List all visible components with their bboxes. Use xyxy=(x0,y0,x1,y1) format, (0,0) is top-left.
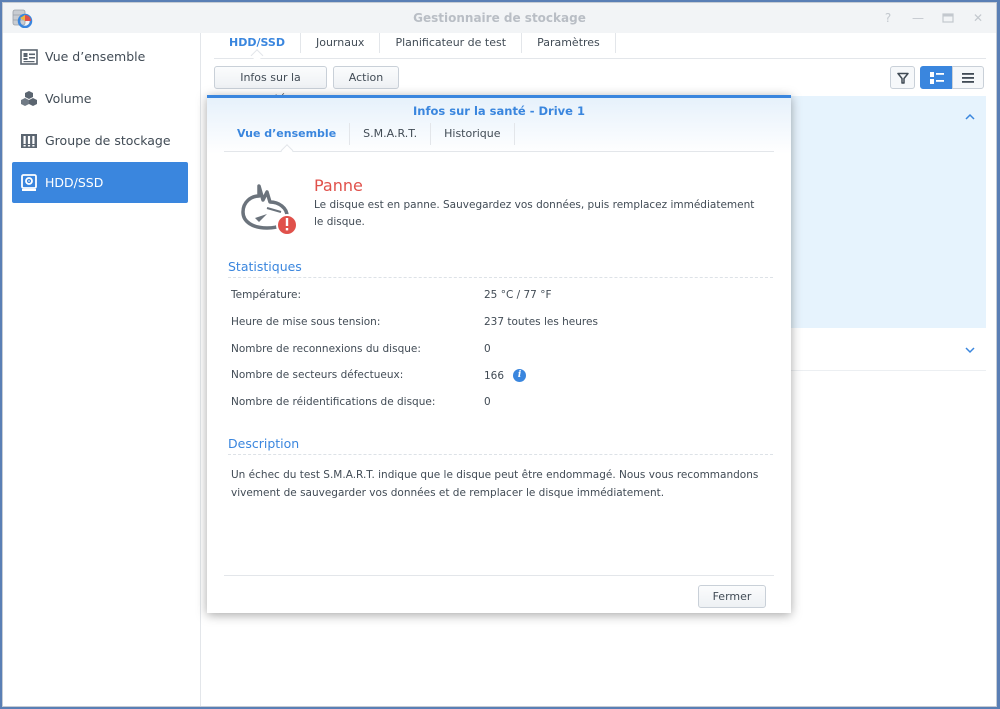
maximize-icon[interactable] xyxy=(940,9,956,27)
stat-label: Nombre de secteurs défectueux: xyxy=(231,369,404,381)
health-info-dialog: Infos sur la santé - Drive 1 Vue d’ensem… xyxy=(207,95,791,613)
footer-divider xyxy=(224,575,774,576)
title-bar[interactable]: Gestionnaire de stockage ? — ✕ xyxy=(3,3,996,33)
chevron-up-icon[interactable] xyxy=(964,111,976,123)
detail-list-icon xyxy=(929,71,944,84)
action-dropdown-button[interactable]: Action ▼ xyxy=(333,66,399,104)
stat-row-power-on-hours: Heure de mise sous tension: 237 toutes l… xyxy=(231,316,771,332)
tab-smart[interactable]: S.M.A.R.T. xyxy=(350,123,432,145)
stat-label: Température: xyxy=(231,289,302,301)
status-message: Le disque est en panne. Sauvegardez vos … xyxy=(314,199,755,228)
tab-settings[interactable]: Paramètres xyxy=(522,33,616,53)
volume-cubes-icon xyxy=(20,90,38,108)
statistics-heading: Statistiques xyxy=(228,259,773,278)
sidebar: Vue d’ensemble Volume Groupe de stockage… xyxy=(3,33,201,706)
dialog-tabs: Vue d’ensemble S.M.A.R.T. Historique xyxy=(224,123,774,152)
toolbar: Infos sur la santé Action ▼ xyxy=(214,66,986,105)
filter-button[interactable] xyxy=(890,66,915,89)
status-title: Panne xyxy=(314,176,363,195)
stat-label: Heure de mise sous tension: xyxy=(231,316,381,328)
list-view-button[interactable] xyxy=(952,66,984,89)
tab-logs[interactable]: Journaux xyxy=(301,33,381,53)
description-heading: Description xyxy=(228,436,773,455)
action-label: Action xyxy=(348,71,384,84)
stat-label: Nombre de réidentifications de disque: xyxy=(231,396,436,408)
stat-value: 166 xyxy=(484,369,505,382)
filter-icon xyxy=(896,72,909,84)
help-icon[interactable]: ? xyxy=(880,9,896,27)
hdd-icon xyxy=(20,173,38,192)
window-title: Gestionnaire de stockage xyxy=(413,11,586,25)
sidebar-item-hdd-ssd[interactable]: HDD/SSD xyxy=(12,162,188,203)
tab-overview[interactable]: Vue d’ensemble xyxy=(224,123,351,145)
close-icon[interactable]: ✕ xyxy=(970,9,986,27)
dialog-header[interactable]: Infos sur la santé - Drive 1 Vue d’ensem… xyxy=(207,98,791,154)
tab-test-scheduler[interactable]: Planificateur de test xyxy=(380,33,523,53)
info-icon[interactable]: i xyxy=(513,369,527,382)
stat-row-reconnections: Nombre de reconnexions du disque: 0 xyxy=(231,343,771,359)
stat-value: 0 xyxy=(484,343,491,355)
sidebar-item-volume[interactable]: Volume xyxy=(12,78,188,119)
sidebar-item-storage-pool[interactable]: Groupe de stockage xyxy=(12,120,188,161)
storage-pool-icon xyxy=(20,132,38,150)
stat-row-bad-sectors: Nombre de secteurs défectueux: 166 i xyxy=(231,369,771,385)
description-text: Un échec du test S.M.A.R.T. indique que … xyxy=(231,469,759,499)
main-tabs: HDD/SSD Journaux Planificateur de test P… xyxy=(214,33,986,59)
stat-row-temperature: Température: 25 °C / 77 °F xyxy=(231,289,771,305)
close-button[interactable]: Fermer xyxy=(698,585,766,608)
stat-label: Nombre de reconnexions du disque: xyxy=(231,343,421,355)
sidebar-item-overview[interactable]: Vue d’ensemble xyxy=(12,36,188,77)
stat-value: 0 xyxy=(484,396,491,408)
stat-row-reidentifications: Nombre de réidentifications de disque: 0 xyxy=(231,396,771,412)
stat-value-wrap: 166 i xyxy=(484,369,527,382)
sidebar-item-label: HDD/SSD xyxy=(45,175,104,190)
health-info-button[interactable]: Infos sur la santé xyxy=(214,66,327,105)
minimize-icon[interactable]: — xyxy=(910,9,926,27)
sidebar-item-label: Groupe de stockage xyxy=(45,133,171,148)
list-icon xyxy=(962,72,974,83)
stat-value: 25 °C / 77 °F xyxy=(484,289,552,301)
sidebar-item-label: Vue d’ensemble xyxy=(45,49,146,64)
overview-icon xyxy=(20,48,38,66)
stat-value: 237 toutes les heures xyxy=(484,316,598,328)
tab-history[interactable]: Historique xyxy=(431,123,515,145)
chevron-down-icon[interactable] xyxy=(964,344,976,356)
dialog-title: Infos sur la santé - Drive 1 xyxy=(413,104,585,118)
sidebar-item-label: Volume xyxy=(45,91,92,106)
tab-hdd-ssd[interactable]: HDD/SSD xyxy=(214,33,301,53)
failed-drive-icon xyxy=(241,184,298,236)
detail-view-button[interactable] xyxy=(920,66,953,89)
